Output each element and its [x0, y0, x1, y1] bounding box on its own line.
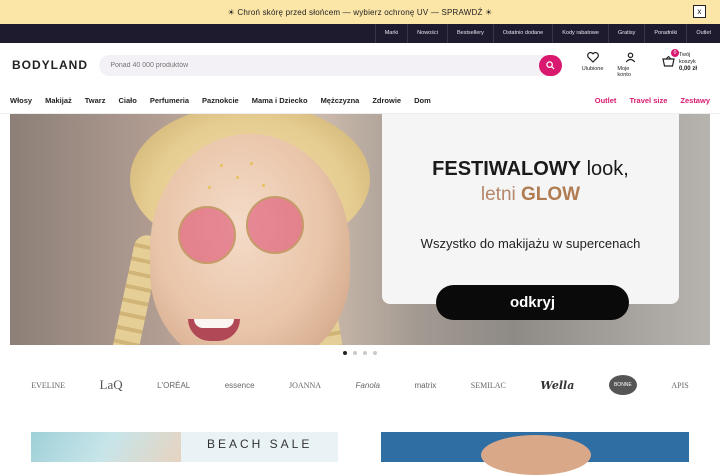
nav-item-cialo[interactable]: Ciało: [118, 96, 136, 105]
top-links-bar: Marki Nowości Bestsellery Ostatnio dodan…: [0, 24, 720, 43]
brand-logo-matrix[interactable]: matrix: [415, 381, 437, 390]
heart-icon: [586, 52, 599, 63]
close-icon[interactable]: x: [693, 5, 706, 18]
user-icon: [625, 52, 636, 63]
nav-item-mama-i-dziecko[interactable]: Mama i Dziecko: [252, 96, 308, 105]
nav-item-twarz[interactable]: Twarz: [85, 96, 106, 105]
cart-label: Twój koszyk: [678, 52, 696, 65]
nav-item-perfumeria[interactable]: Perfumeria: [150, 96, 189, 105]
promo-tile-text: BEACH SALE: [207, 437, 313, 451]
hero-photo-glitter: [262, 184, 265, 187]
brand-logo-joanna[interactable]: JOANNA: [289, 381, 321, 390]
hero-line2-light: letni: [480, 184, 522, 205]
basket-icon: [662, 55, 675, 67]
promo-tiles: BEACH SALE: [0, 432, 720, 475]
nav-item-paznokcie[interactable]: Paznokcie: [202, 96, 239, 105]
carousel-dot[interactable]: [343, 351, 347, 355]
favorites-link[interactable]: Ulubione: [581, 52, 604, 72]
toplink-outlet[interactable]: Outlet: [686, 24, 720, 43]
toplink-bestsellery[interactable]: Bestsellery: [446, 24, 493, 43]
hero-photo-sunglasses-lens: [178, 206, 236, 264]
category-nav: Włosy Makijaż Twarz Ciało Perfumeria Paz…: [0, 87, 720, 114]
hero-photo-glitter: [220, 164, 223, 167]
carousel-dot[interactable]: [353, 351, 357, 355]
brand-logos-row: EVELINE LaQ L'ORÉAL essence JOANNA Fanol…: [0, 361, 720, 409]
brand-logo-laq[interactable]: LaQ: [100, 377, 123, 393]
account-link[interactable]: Moje konto: [617, 52, 644, 78]
search-bar: [99, 54, 562, 76]
brand-logo-fanola[interactable]: Fanola: [356, 381, 380, 390]
nav-item-outlet[interactable]: Outlet: [595, 96, 617, 105]
nav-item-dom[interactable]: Dom: [414, 96, 431, 105]
carousel-dot[interactable]: [363, 351, 367, 355]
site-header: BODYLAND Ulubione Moje konto 0 Twój kosz…: [0, 43, 720, 87]
search-button[interactable]: [538, 54, 562, 76]
header-icons: Ulubione Moje konto 0 Twój koszyk 0,00 z…: [581, 48, 708, 78]
hero-photo-sunglasses-lens: [246, 196, 304, 254]
nav-item-wlosy[interactable]: Włosy: [10, 96, 32, 105]
hero-photo-glitter: [236, 176, 239, 179]
hero-text-card: FESTIWALOWY look, letni GLOW Wszystko do…: [382, 114, 679, 304]
cart-count-badge: 0: [670, 48, 679, 57]
logo[interactable]: BODYLAND: [12, 58, 99, 72]
toplink-kody-rabatowe[interactable]: Kody rabatowe: [552, 24, 608, 43]
cart-link[interactable]: 0 Twój koszyk 0,00 zł: [662, 48, 708, 73]
toplink-poradniki[interactable]: Poradniki: [644, 24, 686, 43]
toplink-ostatnio-dodane[interactable]: Ostatnio dodane: [492, 24, 552, 43]
promo-tile-second[interactable]: [381, 432, 689, 475]
hero-title-light: look,: [581, 158, 629, 180]
brand-logo-eveline[interactable]: EVELINE: [31, 381, 65, 390]
toplink-gratisy[interactable]: Gratisy: [607, 24, 644, 43]
promo-text[interactable]: ☀ Chroń skórę przed słońcem — wybierz oc…: [228, 8, 493, 17]
brand-logo-wella[interactable]: Wella: [540, 379, 574, 392]
hero-subtitle: Wszystko do makijażu w supercenach: [420, 236, 641, 251]
promo-tile-image: [31, 432, 181, 462]
search-icon: [545, 60, 555, 70]
hero-photo-glitter: [250, 162, 253, 165]
carousel-dots: [0, 345, 720, 361]
hero-line2-bold: GLOW: [521, 184, 581, 205]
carousel-dot[interactable]: [373, 351, 377, 355]
brand-logo-semilac[interactable]: SEMILAC: [471, 381, 506, 390]
search-input[interactable]: [99, 61, 520, 69]
nav-item-travel-size[interactable]: Travel size: [629, 96, 667, 105]
nav-item-zestawy[interactable]: Zestawy: [680, 96, 710, 105]
account-label: Moje konto: [617, 66, 631, 78]
cart-amount: 0,00 zł: [678, 66, 697, 72]
brand-logo-bonne[interactable]: BONNE: [608, 375, 637, 395]
brand-logo-essence[interactable]: essence: [225, 381, 255, 390]
nav-item-mezczyzna[interactable]: Mężczyzna: [321, 96, 360, 105]
brand-logo-apis[interactable]: APIS: [671, 381, 688, 390]
nav-item-zdrowie[interactable]: Zdrowie: [372, 96, 401, 105]
hero-title-line2: letni GLOW: [382, 184, 679, 206]
hero-title-bold: FESTIWALOWY: [432, 158, 582, 180]
nav-item-makijaz[interactable]: Makijaż: [45, 96, 72, 105]
hero-cta-button[interactable]: odkryj: [436, 285, 629, 320]
favorites-label: Ulubione: [581, 66, 604, 72]
promo-tile-image: [481, 435, 591, 475]
brand-logo-loreal[interactable]: L'ORÉAL: [157, 381, 190, 390]
hero-photo-glitter: [208, 186, 211, 189]
hero-photo-teeth: [194, 319, 234, 328]
toplink-nowosci[interactable]: Nowości: [407, 24, 447, 43]
promo-tile-beach-sale[interactable]: BEACH SALE: [31, 432, 338, 462]
hero-banner[interactable]: FESTIWALOWY look, letni GLOW Wszystko do…: [10, 114, 710, 345]
promo-bar[interactable]: ☀ Chroń skórę przed słońcem — wybierz oc…: [0, 0, 720, 24]
toplink-marki[interactable]: Marki: [374, 24, 407, 43]
hero-title: FESTIWALOWY look,: [382, 158, 679, 181]
